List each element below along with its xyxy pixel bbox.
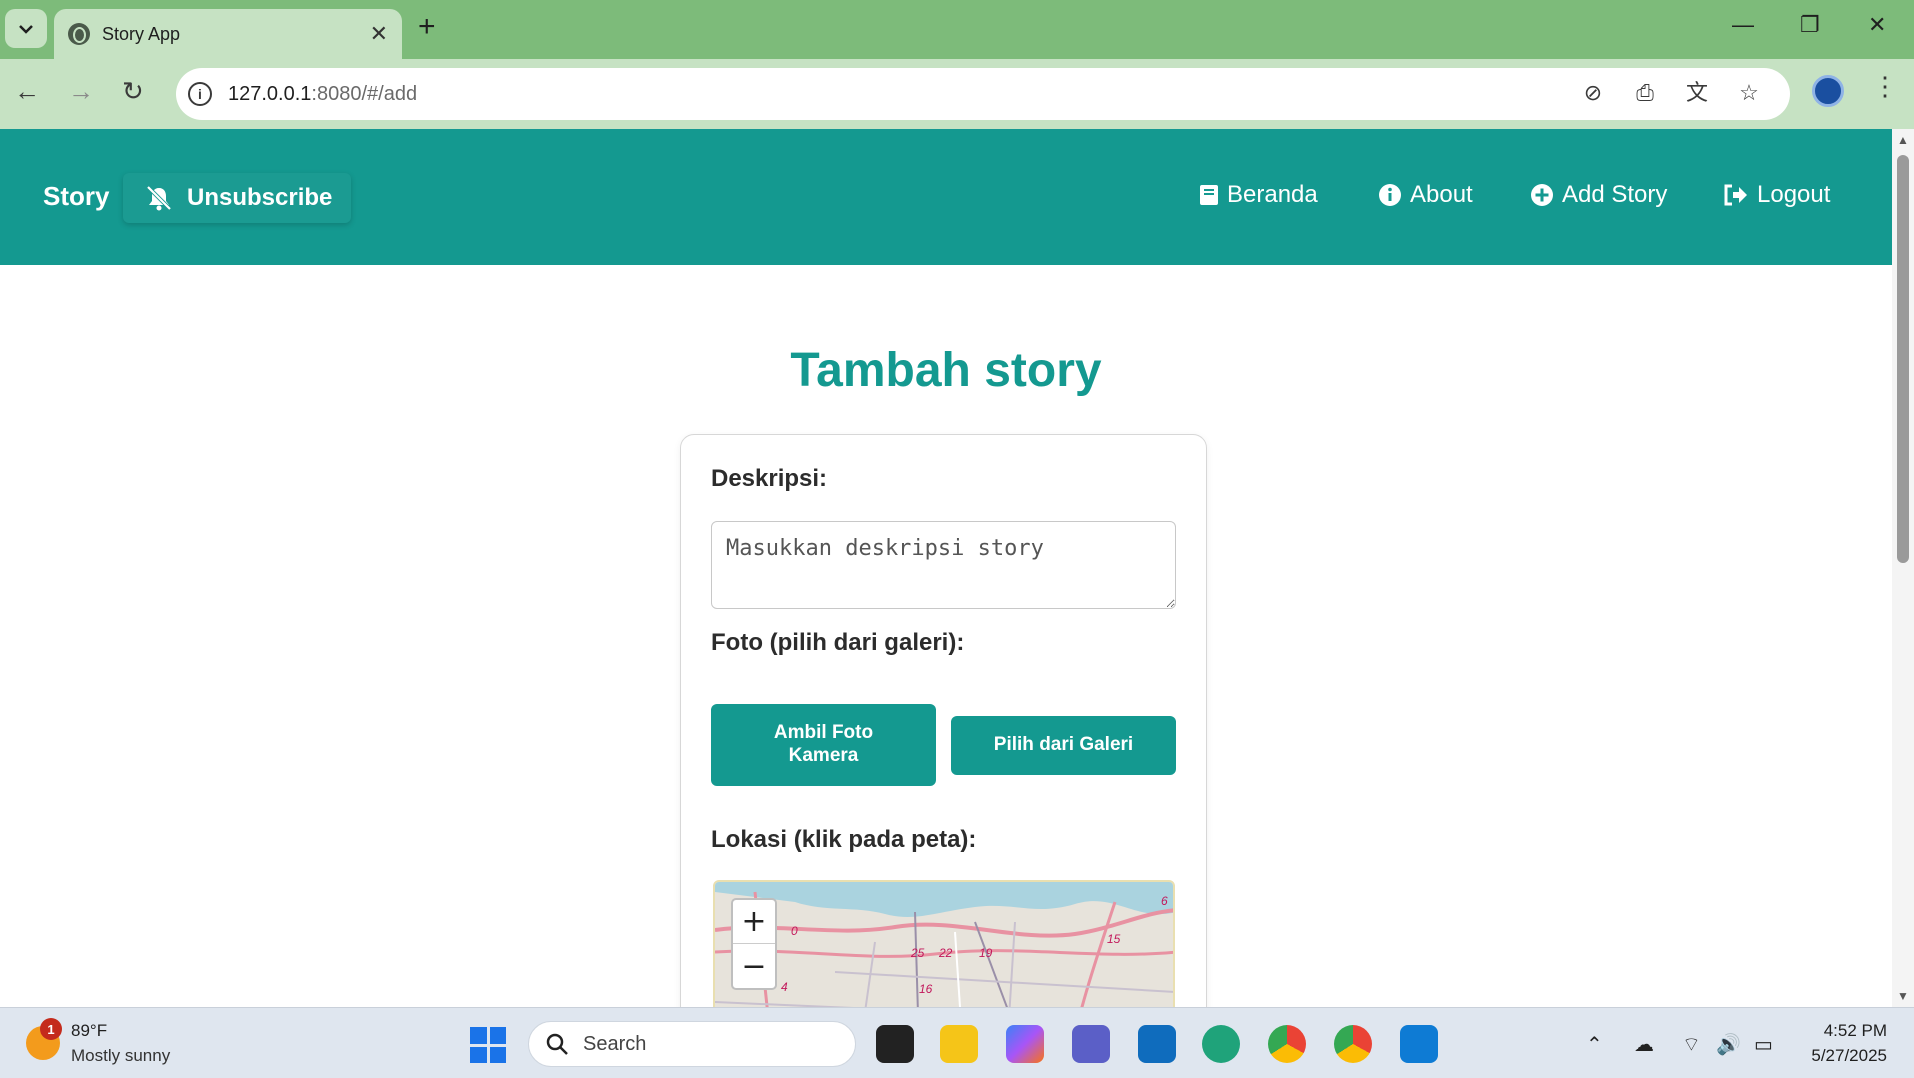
info-circle-icon <box>1379 184 1401 206</box>
map-road-label: 6 <box>1161 894 1168 908</box>
unsubscribe-button[interactable]: Unsubscribe <box>123 173 351 223</box>
location-map[interactable]: 0 25 22 19 15 6 4 16 + − <box>713 880 1175 1007</box>
url-text: 127.0.0.1:8080/#/add <box>228 83 417 106</box>
reload-icon[interactable]: ↻ <box>122 78 144 104</box>
window-close-icon[interactable]: ✕ <box>1868 12 1886 38</box>
nav-logout-label: Logout <box>1757 181 1831 208</box>
windows-start-icon[interactable] <box>470 1027 506 1063</box>
profile-avatar[interactable] <box>1812 75 1844 107</box>
bookmark-star-icon[interactable]: ☆ <box>1736 80 1762 106</box>
windows-taskbar: 1 89°F Mostly sunny Search ⌃ ☁ ⌔ 🔊 ▭ 4:5… <box>0 1007 1914 1078</box>
nav-beranda[interactable]: Beranda <box>1199 181 1318 209</box>
zoom-out-button[interactable]: − <box>733 944 775 988</box>
tab-search-button[interactable] <box>5 9 47 48</box>
map-road-label: 15 <box>1107 932 1121 946</box>
close-tab-icon[interactable]: ✕ <box>370 23 388 45</box>
app-header: Story Unsubscribe Beranda About Add Stor… <box>0 129 1892 265</box>
install-app-icon[interactable]: ⎙ <box>1632 80 1658 106</box>
wifi-icon[interactable]: ⌔ <box>1682 1032 1701 1057</box>
browser-tab-bar: Story App ✕ + — ❐ ✕ <box>0 0 1914 59</box>
copilot-icon[interactable] <box>1006 1025 1044 1063</box>
back-icon[interactable]: ← <box>14 78 40 104</box>
scroll-up-arrow-icon[interactable]: ▲ <box>1897 133 1909 147</box>
bell-slash-icon <box>146 185 172 211</box>
address-bar[interactable]: i 127.0.0.1:8080/#/add ⊘ ⎙ 文 ☆ <box>176 68 1790 120</box>
minimize-icon[interactable]: — <box>1732 12 1754 38</box>
map-road-label: 19 <box>979 946 993 960</box>
page-scrollbar[interactable]: ▲ ▼ <box>1892 129 1914 1007</box>
clock-time[interactable]: 4:52 PM <box>1819 1021 1887 1041</box>
book-icon <box>1200 185 1218 205</box>
weather-description[interactable]: Mostly sunny <box>71 1046 170 1066</box>
brand-title[interactable]: Story <box>43 181 109 212</box>
description-label: Deskripsi: <box>711 465 828 492</box>
map-road-label: 22 <box>939 946 953 960</box>
gallery-button[interactable]: Pilih dari Galeri <box>951 716 1176 775</box>
volume-icon[interactable]: 🔊 <box>1716 1032 1741 1057</box>
nav-about[interactable]: About <box>1378 181 1473 209</box>
site-info-icon[interactable]: i <box>188 82 212 106</box>
file-explorer-icon[interactable] <box>940 1025 978 1063</box>
search-label: Search <box>583 1032 647 1055</box>
show-hidden-icons-chevron-icon[interactable]: ⌃ <box>1586 1032 1603 1057</box>
edge-icon[interactable] <box>1202 1025 1240 1063</box>
nav-logout[interactable]: Logout <box>1723 181 1830 209</box>
onedrive-icon[interactable]: ☁ <box>1634 1032 1654 1057</box>
logout-icon <box>1724 184 1747 206</box>
globe-icon <box>68 23 90 45</box>
page-title: Tambah story <box>790 344 1102 397</box>
nav-beranda-label: Beranda <box>1227 181 1318 208</box>
weather-badge: 1 <box>40 1018 62 1040</box>
browser-toolbar: ← → ↻ i 127.0.0.1:8080/#/add ⊘ ⎙ 文 ☆ ⋮ <box>0 59 1914 129</box>
map-zoom-control: + − <box>731 898 777 990</box>
photo-label: Foto (pilih dari galeri): <box>711 629 965 656</box>
unsubscribe-label: Unsubscribe <box>187 184 333 211</box>
zoom-in-button[interactable]: + <box>733 900 775 944</box>
chevron-down-icon <box>19 24 33 34</box>
map-road-label: 25 <box>911 946 925 960</box>
url-path: :8080/#/add <box>311 82 418 105</box>
vscode-icon[interactable] <box>1400 1025 1438 1063</box>
microsoft-store-icon[interactable] <box>1138 1025 1176 1063</box>
add-story-form: Deskripsi: Foto (pilih dari galeri): Amb… <box>680 434 1207 1007</box>
search-icon <box>546 1033 568 1055</box>
map-road-label: 16 <box>919 982 933 996</box>
new-tab-button[interactable]: + <box>418 12 436 42</box>
task-view-icon[interactable] <box>876 1025 914 1063</box>
clock-date[interactable]: 5/27/2025 <box>1796 1046 1887 1066</box>
location-label: Lokasi (klik pada peta): <box>711 826 977 853</box>
taskbar-search[interactable]: Search <box>528 1021 856 1067</box>
nav-add-story[interactable]: Add Story <box>1530 181 1667 209</box>
restore-icon[interactable]: ❐ <box>1800 12 1820 38</box>
map-road-label: 0 <box>791 924 798 938</box>
tab-title: Story App <box>102 23 181 44</box>
weather-temperature[interactable]: 89°F <box>71 1021 107 1041</box>
menu-kebab-icon[interactable]: ⋮ <box>1872 73 1898 99</box>
battery-icon[interactable]: ▭ <box>1754 1032 1773 1057</box>
nav-about-label: About <box>1410 181 1473 208</box>
location-blocked-icon[interactable]: ⊘ <box>1580 80 1606 106</box>
url-host: 127.0.0.1 <box>228 82 312 105</box>
translate-icon[interactable]: 文 <box>1684 80 1710 106</box>
teams-icon[interactable] <box>1072 1025 1110 1063</box>
address-bar-actions: ⊘ ⎙ 文 ☆ <box>1580 80 1762 106</box>
scroll-thumb[interactable] <box>1897 155 1909 563</box>
description-textarea[interactable] <box>711 521 1176 609</box>
nav-add-story-label: Add Story <box>1562 181 1668 208</box>
plus-circle-icon <box>1531 184 1553 206</box>
scroll-down-arrow-icon[interactable]: ▼ <box>1897 989 1909 1003</box>
camera-button[interactable]: Ambil Foto Kamera <box>711 704 936 786</box>
map-road-label: 4 <box>781 980 788 994</box>
page-viewport: Story Unsubscribe Beranda About Add Stor… <box>0 129 1892 1007</box>
browser-tab[interactable]: Story App ✕ <box>54 9 402 59</box>
chrome-icon[interactable] <box>1268 1025 1306 1063</box>
forward-icon[interactable]: → <box>68 78 94 104</box>
chrome-profile-icon[interactable] <box>1334 1025 1372 1063</box>
